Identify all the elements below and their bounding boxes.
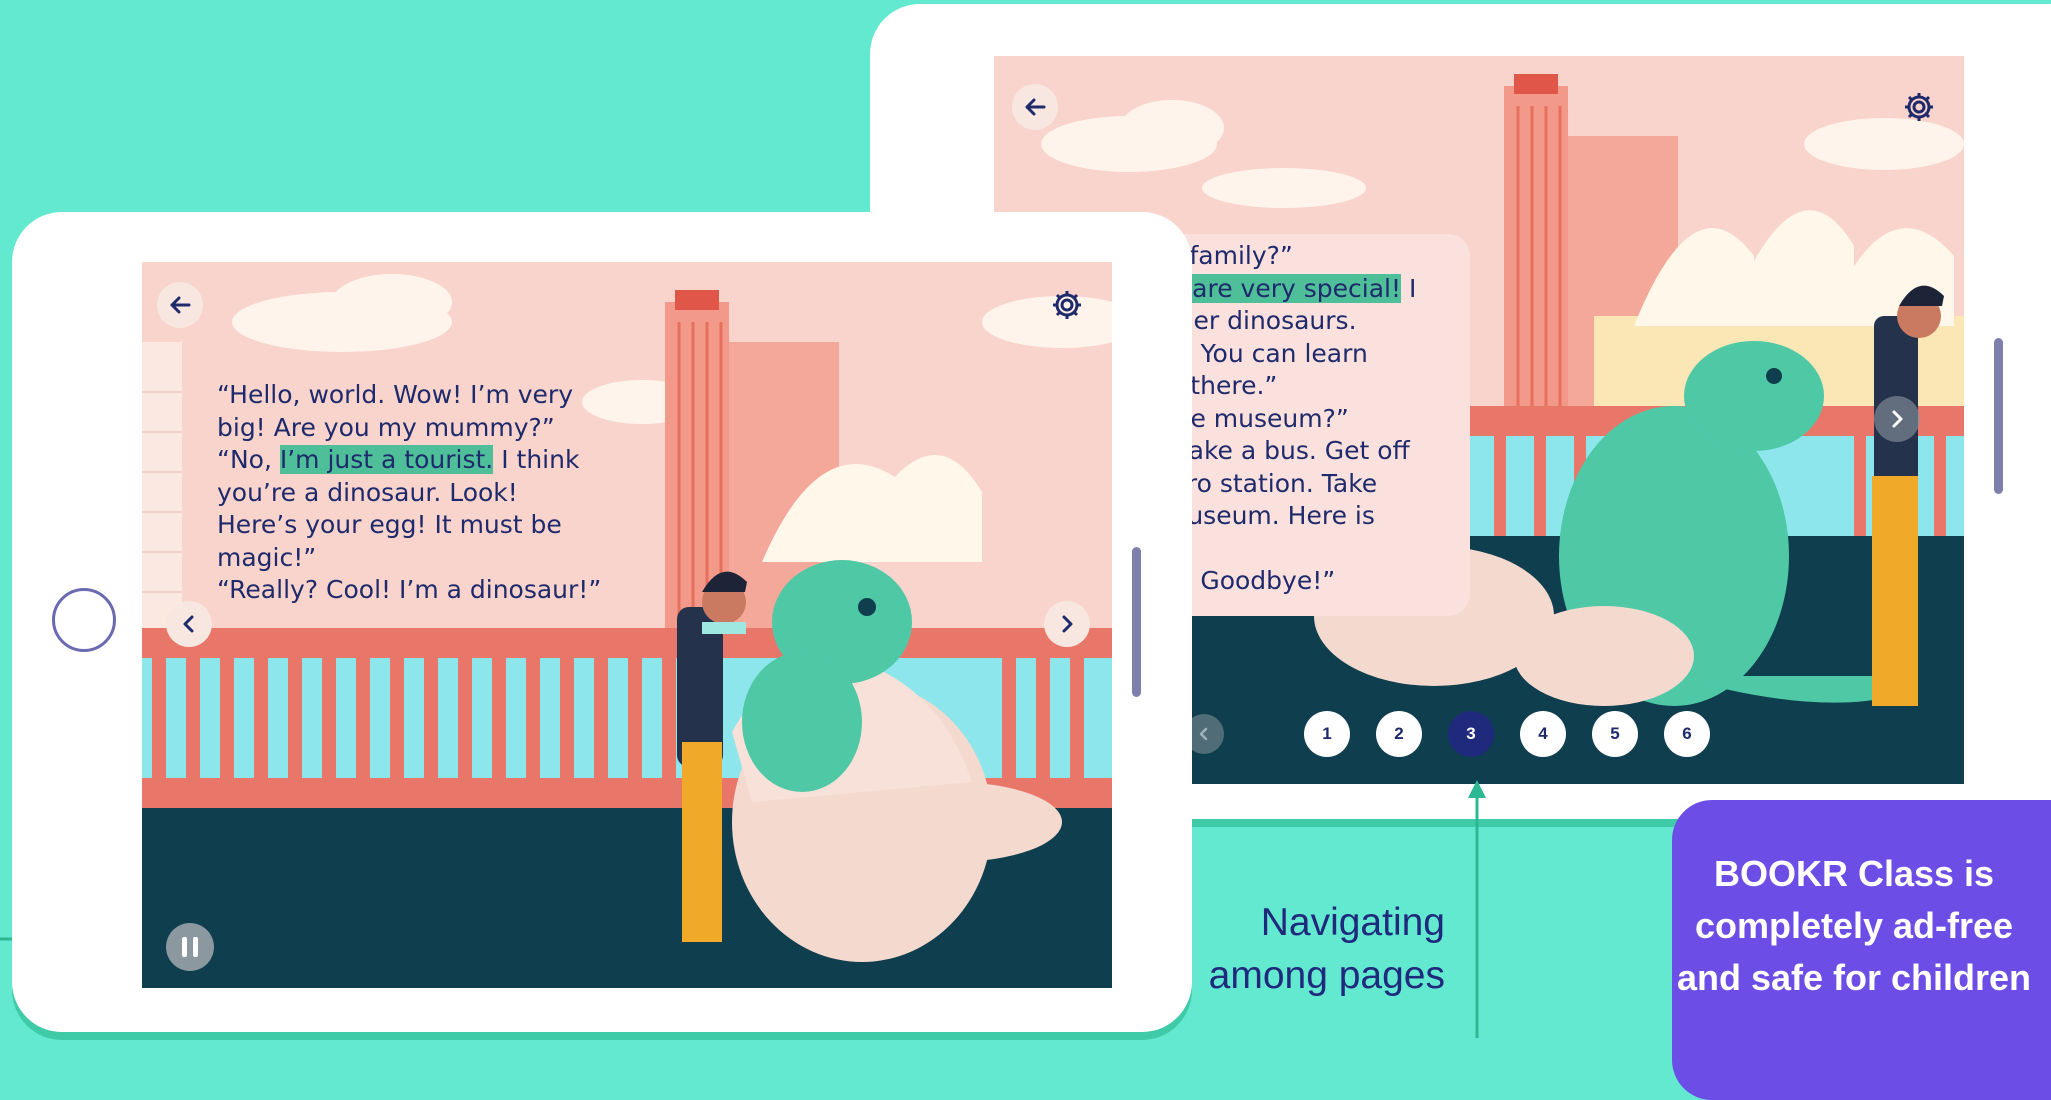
home-button[interactable] xyxy=(52,588,116,652)
back-arrow-icon xyxy=(170,296,191,314)
story-text-front: “Hello, world. Wow! I’m very big! Are yo… xyxy=(217,379,601,607)
page-dot-current[interactable]: 3 xyxy=(1448,711,1494,757)
chevron-left-icon xyxy=(183,615,194,633)
prev-page-button[interactable] xyxy=(166,601,212,647)
page-dot[interactable]: 6 xyxy=(1664,711,1710,757)
story-line: you’re a dinosaur. Look! xyxy=(217,477,518,507)
story-page-screen-front: “Hello, world. Wow! I’m very big! Are yo… xyxy=(142,262,1112,988)
caption-navigating: Navigating among pages xyxy=(1208,901,1445,997)
gear-icon xyxy=(1905,93,1933,121)
settings-button[interactable] xyxy=(1044,282,1090,328)
pause-button[interactable] xyxy=(166,923,214,971)
gear-icon xyxy=(1053,291,1081,319)
chevron-right-icon xyxy=(1892,410,1903,428)
pause-icon xyxy=(182,937,187,957)
story-line: big! Are you my mummy?” xyxy=(217,412,555,442)
callout-text: BOOKR Class is completely ad-free and sa… xyxy=(1676,853,2032,998)
page-dot[interactable]: 1 xyxy=(1304,711,1350,757)
tablet-side-button xyxy=(1132,547,1141,697)
back-arrow-icon xyxy=(1025,98,1046,116)
story-line: “Hello, world. Wow! I’m very xyxy=(217,380,574,409)
chevron-left-icon xyxy=(1199,727,1208,741)
back-button[interactable] xyxy=(157,282,203,328)
dinosaur-harbour-illustration xyxy=(142,262,1112,988)
back-button[interactable] xyxy=(1012,84,1058,130)
page-dot[interactable]: 5 xyxy=(1592,711,1638,757)
arrow-to-pager xyxy=(1468,780,1486,1038)
pause-icon xyxy=(193,937,198,957)
next-page-button[interactable] xyxy=(1044,601,1090,647)
tablet-front: “Hello, world. Wow! I’m very big! Are yo… xyxy=(12,212,1192,1032)
story-line: magic!” xyxy=(217,542,317,572)
page-pager: 1 2 3 4 5 6 xyxy=(1304,711,1710,757)
chevron-right-icon xyxy=(1062,615,1073,633)
story-line: “No, I’m just a tourist. I think xyxy=(217,445,580,474)
settings-button[interactable] xyxy=(1896,84,1942,130)
callout-ad-free: BOOKR Class is completely ad-free and sa… xyxy=(1672,800,2051,1100)
story-line: Here’s your egg! It must be xyxy=(217,510,562,539)
page-dot[interactable]: 4 xyxy=(1520,711,1566,757)
next-page-button[interactable] xyxy=(1874,396,1920,442)
tablet-side-button xyxy=(1994,338,2003,494)
story-line: “Really? Cool! I’m a dinosaur!” xyxy=(217,575,602,604)
page-dot[interactable]: 2 xyxy=(1376,711,1422,757)
highlighted-phrase: I’m just a tourist. xyxy=(279,445,494,474)
